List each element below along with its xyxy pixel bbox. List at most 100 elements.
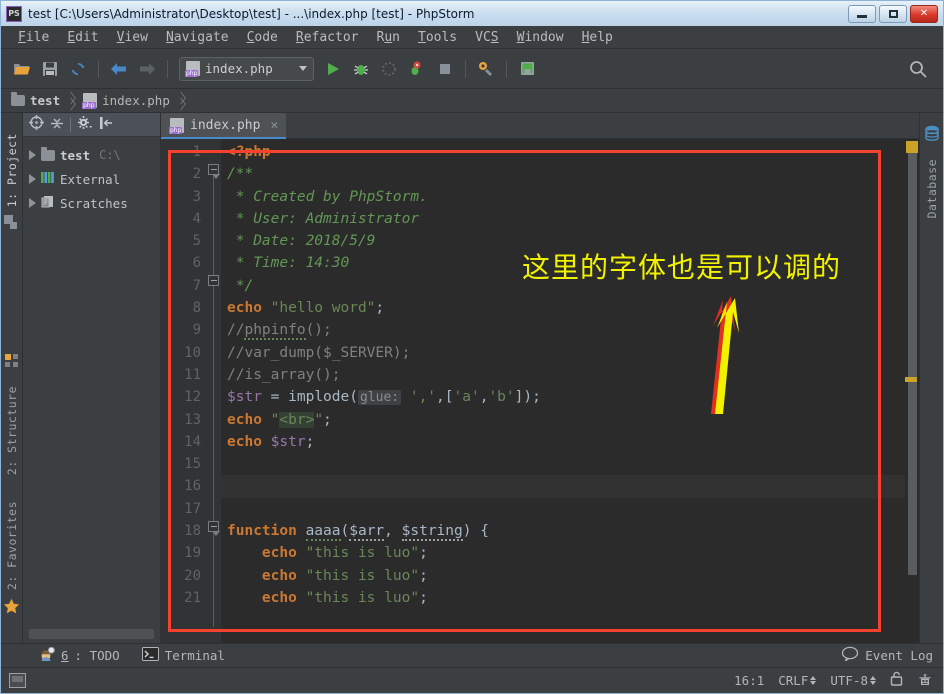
caret-position[interactable]: 16:1 [734, 673, 764, 688]
navigate-forward-icon[interactable] [134, 56, 160, 82]
line-number: 2 [192, 166, 201, 183]
breadcrumb: test index.php [1, 89, 943, 113]
tree-item-external[interactable]: External [23, 167, 160, 191]
project-panel: test C:\ External Scratches [23, 113, 161, 643]
run-button[interactable] [320, 56, 346, 82]
breadcrumb-item-index[interactable]: index.php [82, 93, 170, 109]
lock-icon[interactable] [890, 671, 903, 690]
chevron-right-icon[interactable] [29, 198, 36, 208]
chevron-right-icon[interactable] [29, 174, 36, 184]
project-panel-toolbar [23, 113, 160, 137]
minimize-button[interactable] [848, 4, 876, 23]
locate-icon[interactable] [29, 115, 44, 134]
open-folder-icon[interactable] [9, 56, 35, 82]
editor-scrollbar-thumb[interactable] [908, 145, 917, 575]
menu-navigate[interactable]: Navigate [157, 28, 238, 47]
code-line-4: * User: Administrator [227, 210, 420, 227]
line-number: 16 [184, 478, 201, 495]
fold-toggle-function-icon[interactable] [208, 521, 220, 536]
status-right: 16:1 CRLF UTF-8 [734, 671, 933, 691]
tool-windows-toggle-icon[interactable] [9, 673, 26, 688]
menu-view[interactable]: View [108, 28, 157, 47]
menu-tools[interactable]: Tools [409, 28, 466, 47]
updown-icon [810, 676, 817, 685]
breadcrumb-item-test[interactable]: test [11, 92, 61, 108]
editor-scrollbar[interactable] [905, 139, 919, 643]
project-structure-icon[interactable] [514, 56, 540, 82]
maximize-button[interactable] [879, 4, 907, 23]
code-editor[interactable]: 1 2 3 4 5 6 7 8 9 10 11 12 13 14 15 16 1 [161, 139, 919, 643]
chevron-down-icon [299, 66, 307, 71]
menu-run[interactable]: Run [368, 28, 409, 47]
menu-edit[interactable]: Edit [58, 28, 107, 47]
run-with-coverage-button[interactable] [376, 56, 402, 82]
line-number-gutter: 1 2 3 4 5 6 7 8 9 10 11 12 13 14 15 16 1 [161, 139, 207, 643]
fold-end-icon[interactable] [208, 275, 219, 286]
main-body: 1: Project 2: Structure 2: Favorites tes… [1, 113, 943, 643]
search-everywhere-icon[interactable] [905, 56, 931, 82]
line-number: 13 [184, 411, 201, 428]
warning-marker[interactable] [906, 141, 918, 153]
window-controls: ✕ [848, 4, 941, 23]
tree-item-test[interactable]: test C:\ [23, 143, 160, 167]
line-number: 12 [184, 389, 201, 406]
run-configuration-selector[interactable]: index.php [179, 56, 314, 81]
menu-vcs[interactable]: VCS [466, 28, 507, 47]
save-all-icon[interactable] [37, 56, 63, 82]
code-text[interactable]: <?php /** * Created by PhpStorm. * User:… [221, 139, 905, 643]
menu-help[interactable]: Help [573, 28, 622, 47]
close-button[interactable]: ✕ [910, 4, 938, 23]
profile-button[interactable] [404, 56, 430, 82]
synchronize-icon[interactable] [65, 56, 91, 82]
settings-gear-icon[interactable] [473, 56, 499, 82]
sidebar-tab-favorites[interactable]: 2: Favorites [5, 497, 19, 594]
tool-button-terminal[interactable]: Terminal [141, 647, 225, 664]
hector-icon[interactable] [917, 671, 933, 691]
menu-navigate-label: avigate [173, 29, 229, 45]
collapse-all-icon[interactable] [50, 115, 64, 134]
code-line-3: * Created by PhpStorm. [227, 188, 428, 205]
menu-refactor-label: efactor [303, 29, 359, 45]
chevron-right-icon[interactable] [29, 150, 36, 160]
fold-toggle-icon[interactable] [208, 164, 220, 179]
project-panel-scrollbar[interactable] [29, 629, 154, 639]
sidebar-tab-project[interactable]: 1: Project [5, 129, 19, 211]
warning-marker-2[interactable] [905, 377, 917, 382]
breadcrumb-test-label: test [30, 93, 61, 108]
line-number: 5 [192, 233, 201, 250]
encoding-selector[interactable]: UTF-8 [830, 673, 876, 688]
breadcrumb-separator-icon-2 [177, 93, 186, 109]
debug-button[interactable] [348, 56, 374, 82]
menu-file[interactable]: File [9, 28, 58, 47]
line-number: 9 [192, 322, 201, 339]
sidebar-tab-structure[interactable]: 2: Structure [5, 382, 19, 479]
tree-item-scratches[interactable]: Scratches [23, 191, 160, 215]
tool-button-todo[interactable]: 6 : TODO [39, 646, 120, 665]
line-separator-selector[interactable]: CRLF [778, 673, 817, 688]
tab-index-php[interactable]: index.php ✕ [161, 113, 287, 139]
menu-view-label: iew [124, 29, 148, 45]
stop-button[interactable] [432, 56, 458, 82]
line-number: 4 [192, 210, 201, 227]
star-icon [3, 598, 20, 619]
todo-number: 6 [61, 648, 69, 663]
line-separator-label: CRLF [778, 673, 809, 688]
event-log-label[interactable]: Event Log [865, 648, 933, 663]
navigate-back-icon[interactable] [106, 56, 132, 82]
menu-window[interactable]: Window [508, 28, 573, 47]
sidebar-tab-database[interactable]: Database [925, 155, 939, 222]
code-line-2: /** [227, 166, 254, 183]
event-log-area: Event Log [841, 646, 933, 665]
line-number: 7 [192, 277, 201, 294]
code-line-9: //phpinfo(); [227, 322, 332, 341]
encoding-label: UTF-8 [830, 673, 868, 688]
close-icon[interactable]: ✕ [270, 118, 278, 133]
hide-panel-icon[interactable] [99, 115, 114, 134]
menu-refactor[interactable]: Refactor [287, 28, 368, 47]
menu-code[interactable]: Code [238, 28, 287, 47]
status-left [9, 673, 26, 688]
tree-item-scratches-label: Scratches [60, 195, 128, 211]
gear-icon[interactable] [77, 115, 93, 134]
window-title: test [C:\Users\Administrator\Desktop\tes… [28, 6, 475, 21]
